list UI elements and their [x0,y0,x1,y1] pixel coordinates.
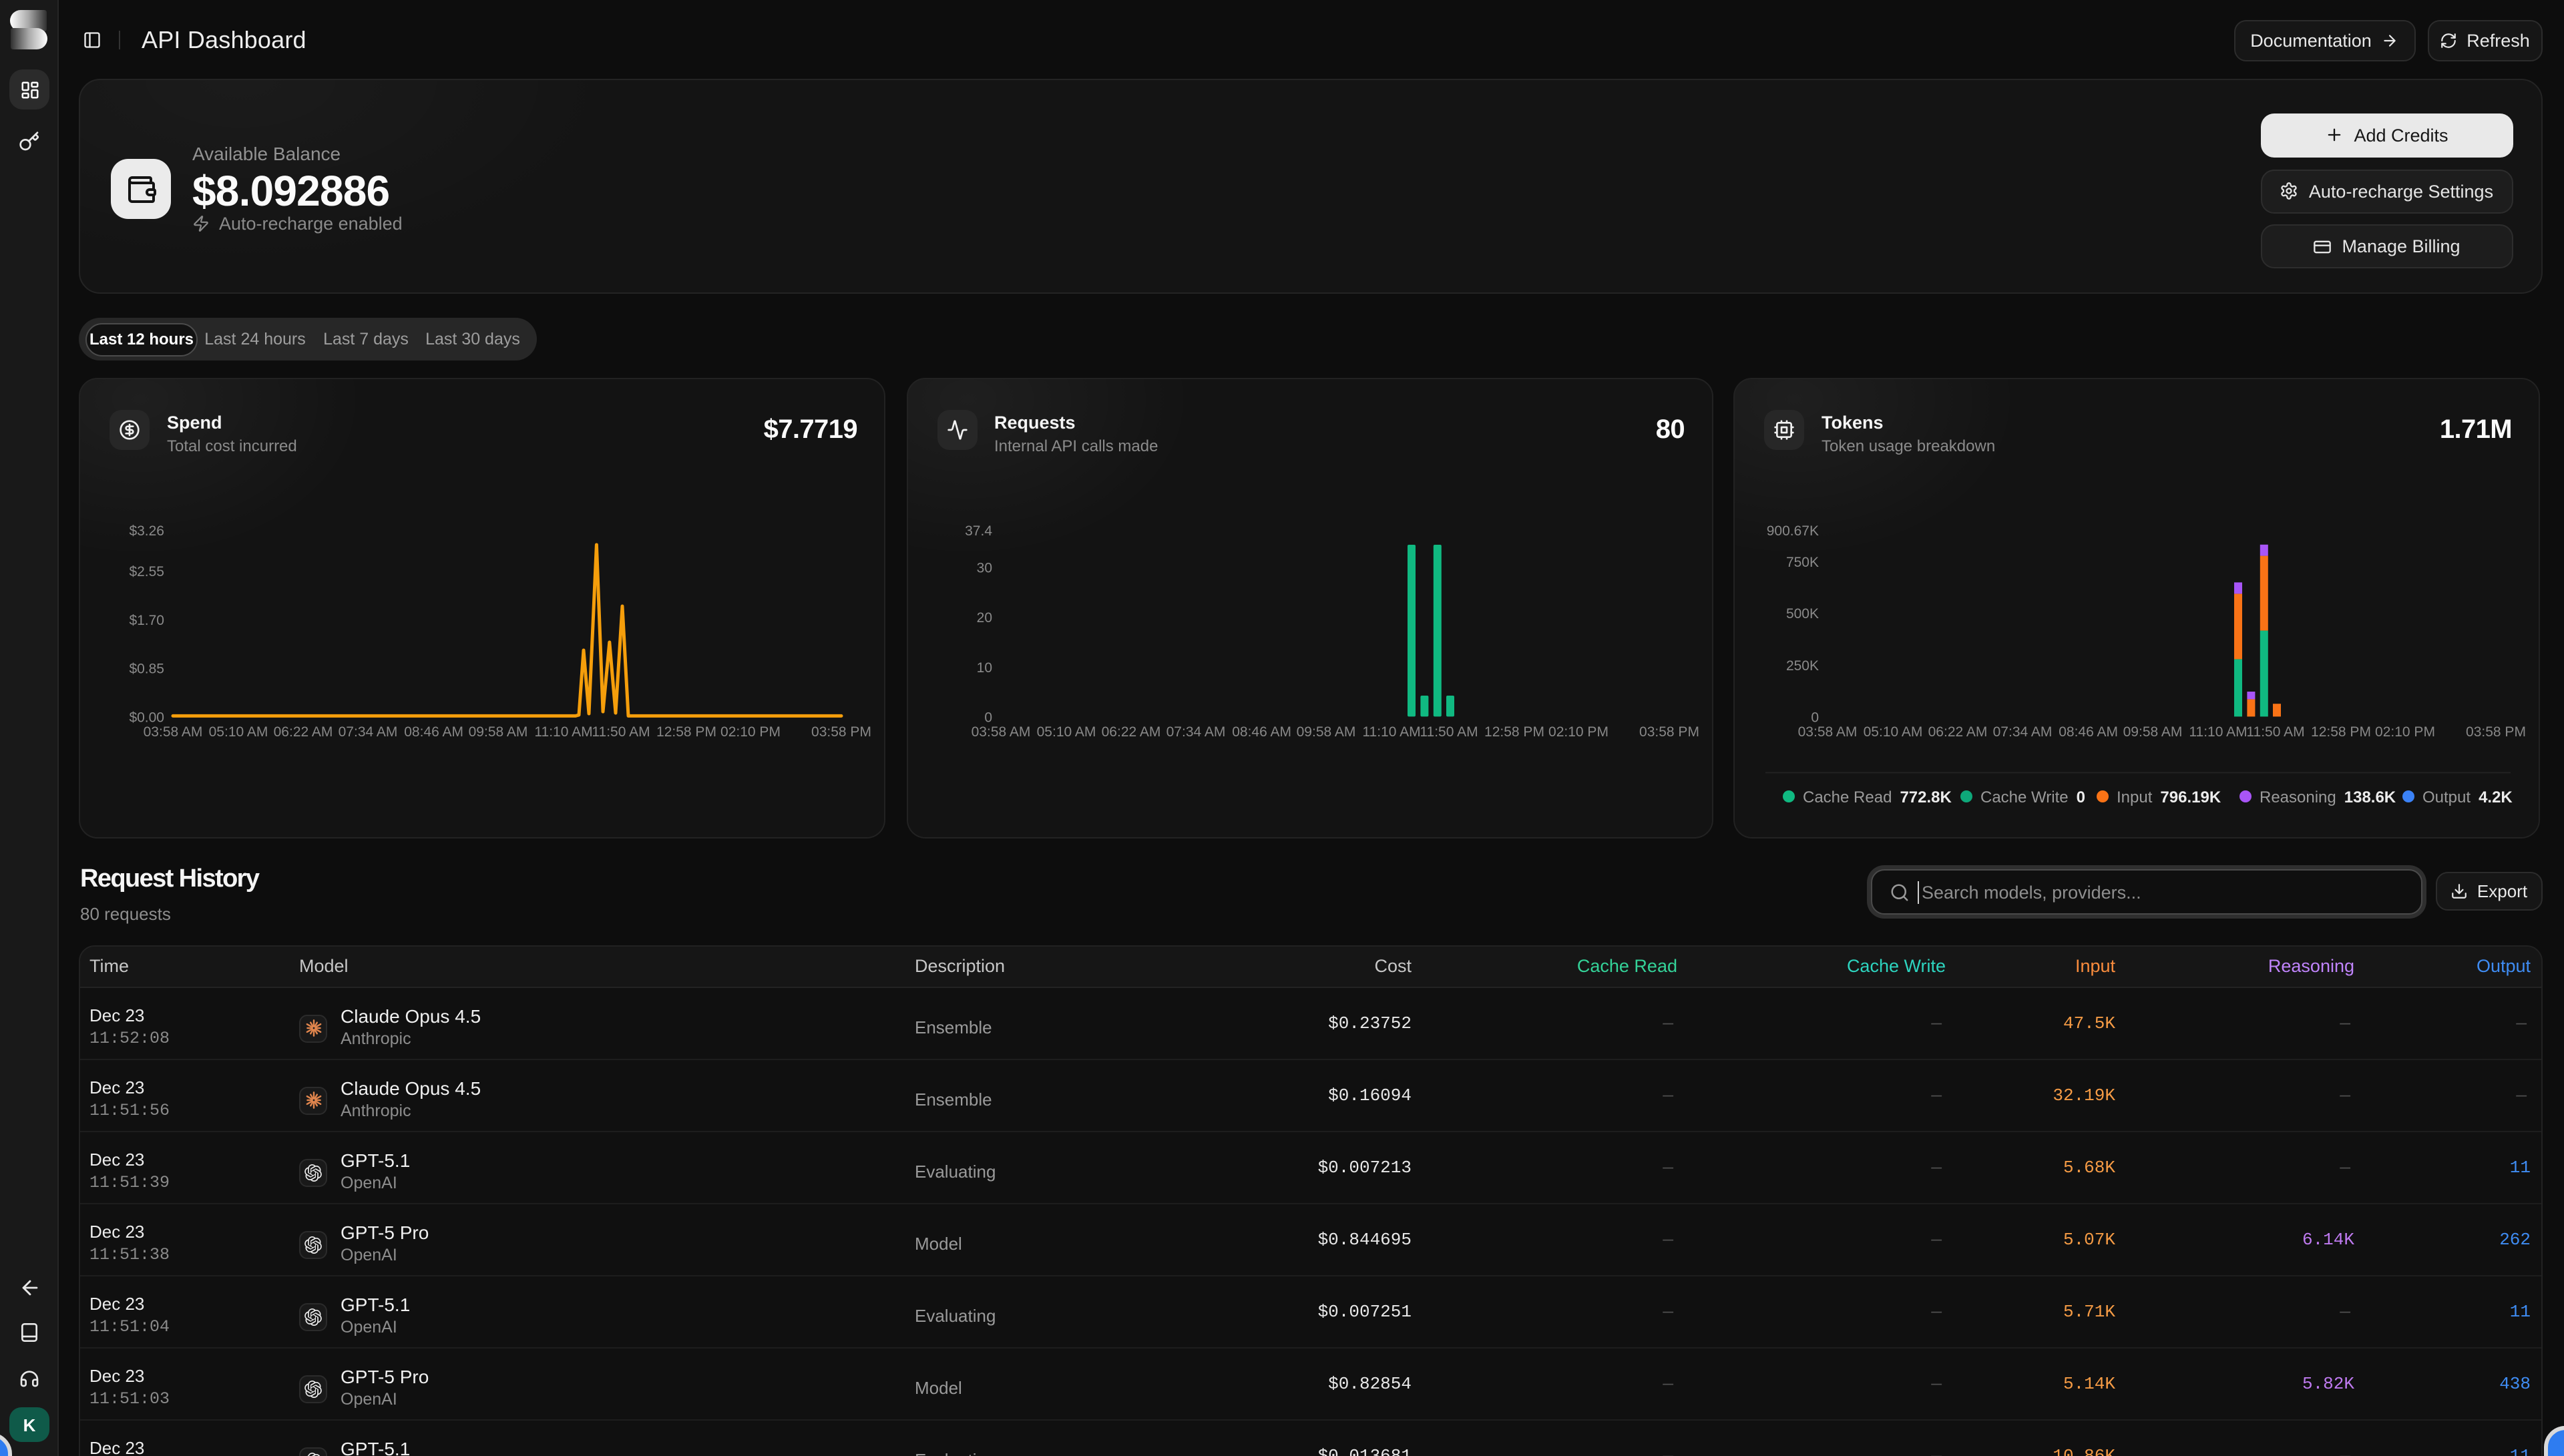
svg-text:03:58 PM: 03:58 PM [2466,724,2526,740]
svg-text:09:58 AM: 09:58 AM [2123,724,2183,740]
svg-text:0: 0 [984,710,992,725]
svg-text:10: 10 [976,660,992,676]
svg-text:06:22 AM: 06:22 AM [1928,724,1988,740]
svg-text:11:50 AM: 11:50 AM [2246,724,2304,740]
svg-text:09:58 AM: 09:58 AM [1296,724,1355,740]
svg-text:06:22 AM: 06:22 AM [1101,724,1160,740]
svg-text:$1.70: $1.70 [129,613,164,628]
svg-text:09:58 AM: 09:58 AM [469,724,528,740]
svg-text:07:34 AM: 07:34 AM [1166,724,1225,740]
svg-text:$2.55: $2.55 [129,564,164,579]
svg-text:06:22 AM: 06:22 AM [274,724,333,740]
svg-text:11:50 AM: 11:50 AM [592,724,650,740]
svg-text:750K: 750K [1786,555,1819,570]
svg-text:30: 30 [976,560,992,575]
svg-text:11:10 AM: 11:10 AM [1361,724,1420,740]
svg-text:03:58 AM: 03:58 AM [144,724,203,740]
svg-text:03:58 AM: 03:58 AM [971,724,1030,740]
svg-text:37.4: 37.4 [964,523,992,539]
svg-text:05:10 AM: 05:10 AM [209,724,268,740]
svg-text:0: 0 [1811,710,1819,725]
svg-text:05:10 AM: 05:10 AM [1036,724,1096,740]
svg-text:12:58 PM: 12:58 PM [1484,724,1544,740]
svg-text:03:58 PM: 03:58 PM [811,724,871,740]
svg-text:250K: 250K [1786,658,1819,674]
svg-text:12:58 PM: 12:58 PM [656,724,716,740]
svg-text:11:10 AM: 11:10 AM [2189,724,2247,740]
svg-text:07:34 AM: 07:34 AM [1993,724,2053,740]
svg-text:03:58 PM: 03:58 PM [1639,724,1699,740]
svg-text:$0.00: $0.00 [129,710,164,725]
svg-text:20: 20 [976,610,992,626]
svg-text:02:10 PM: 02:10 PM [720,724,781,740]
svg-text:12:58 PM: 12:58 PM [2311,724,2371,740]
svg-text:11:10 AM: 11:10 AM [534,724,592,740]
svg-text:$3.26: $3.26 [129,523,164,539]
svg-text:08:46 AM: 08:46 AM [2059,724,2118,740]
svg-text:05:10 AM: 05:10 AM [1864,724,1923,740]
svg-text:03:58 AM: 03:58 AM [1798,724,1858,740]
svg-text:07:34 AM: 07:34 AM [339,724,398,740]
svg-text:$0.85: $0.85 [129,662,164,677]
svg-text:08:46 AM: 08:46 AM [1231,724,1291,740]
svg-text:02:10 PM: 02:10 PM [2375,724,2435,740]
svg-text:11:50 AM: 11:50 AM [1419,724,1477,740]
svg-text:02:10 PM: 02:10 PM [1548,724,1608,740]
svg-text:500K: 500K [1786,606,1819,622]
svg-text:08:46 AM: 08:46 AM [404,724,463,740]
svg-text:900.67K: 900.67K [1767,523,1819,539]
